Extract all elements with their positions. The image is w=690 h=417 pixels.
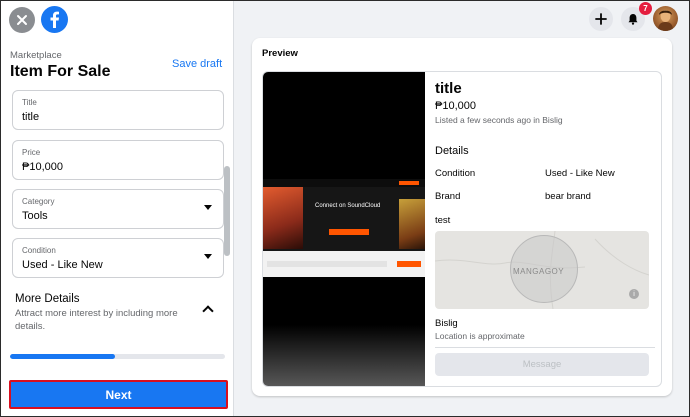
listing-time: Listed a few seconds ago in Bislig — [435, 115, 563, 125]
condition-select[interactable]: Condition Used - Like New — [12, 238, 224, 278]
breadcrumb[interactable]: Marketplace — [10, 50, 62, 61]
preview-card: Preview Connect on SoundCloud title ₱10,… — [252, 38, 672, 396]
listing-title: title — [435, 80, 462, 97]
listing-price: ₱10,000 — [435, 100, 476, 112]
close-icon — [17, 14, 27, 25]
more-details-title[interactable]: More Details — [15, 293, 80, 305]
chevron-up-icon[interactable] — [202, 305, 214, 317]
category-label: Category — [22, 197, 55, 206]
price-input[interactable]: Price ₱10,000 — [12, 140, 224, 180]
avatar[interactable] — [653, 6, 678, 31]
caret-down-icon — [204, 205, 212, 210]
condition-label: Condition — [22, 246, 56, 255]
facebook-logo-icon[interactable] — [41, 6, 68, 33]
detail-key: Condition — [435, 168, 476, 179]
detail-value: Used - Like New — [545, 168, 615, 179]
caret-down-icon — [204, 254, 212, 259]
price-label: Price — [22, 148, 41, 157]
title-label: Title — [22, 98, 37, 107]
progress-bar — [10, 354, 225, 359]
title-value: title — [22, 111, 40, 123]
page-title: Item For Sale — [10, 63, 111, 80]
plus-icon — [595, 13, 607, 25]
title-input[interactable]: Title title — [12, 90, 224, 130]
listing-details: title ₱10,000 Listed a few seconds ago i… — [435, 72, 661, 386]
create-listing-panel: Marketplace Item For Sale Save draft Tit… — [1, 1, 234, 416]
close-button[interactable] — [9, 6, 35, 33]
detail-key: Brand — [435, 191, 461, 202]
more-details-description: Attract more interest by including more … — [15, 308, 178, 332]
location-map: MANGAGOY i — [435, 231, 649, 309]
listing-photo-screenshot: Connect on SoundCloud — [263, 179, 425, 277]
create-button[interactable] — [589, 7, 613, 31]
message-button[interactable]: Message — [435, 353, 649, 376]
progress-fill — [10, 354, 116, 359]
divider — [435, 347, 655, 348]
save-draft-link[interactable]: Save draft — [172, 58, 222, 70]
price-value: ₱10,000 — [22, 161, 63, 173]
category-select[interactable]: Category Tools — [12, 189, 224, 229]
map-town-label: MANGAGOY — [513, 267, 565, 276]
scrollbar-thumb[interactable] — [224, 166, 230, 256]
info-icon[interactable]: i — [629, 289, 639, 299]
panel-topbar — [9, 6, 68, 33]
location-note: Location is approximate — [435, 331, 525, 341]
bell-icon — [628, 14, 638, 25]
location-name: Bislig — [435, 318, 458, 329]
category-value: Tools — [22, 210, 48, 222]
listing-description: test — [435, 215, 451, 226]
listing-photo: Connect on SoundCloud — [263, 72, 425, 386]
screenshot-headline: Connect on SoundCloud — [315, 203, 381, 209]
preview-label: Preview — [262, 48, 298, 59]
detail-value: bear brand — [545, 191, 591, 202]
notification-badge: 7 — [639, 2, 652, 15]
details-heading: Details — [435, 145, 469, 157]
next-button[interactable]: Next — [9, 380, 228, 409]
listing-preview: Connect on SoundCloud title ₱10,000 List… — [262, 71, 662, 387]
condition-value: Used - Like New — [22, 259, 103, 271]
